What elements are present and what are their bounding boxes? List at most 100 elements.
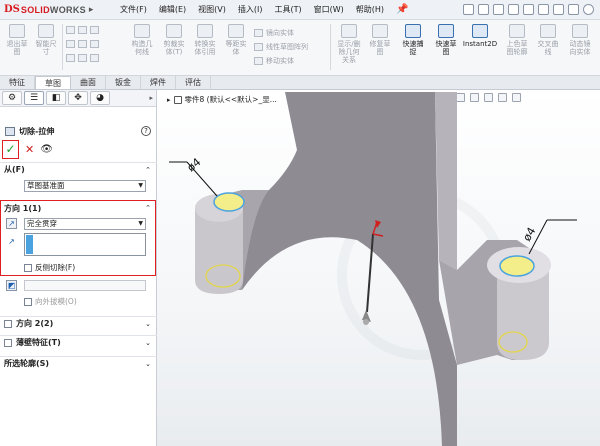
offset-icon [228,24,244,38]
menu-insert[interactable]: 插入(I) [232,4,269,15]
exit-sketch-icon [9,24,25,38]
print-icon[interactable] [508,4,519,15]
rapid-sketch-button[interactable]: 快速草 图 [432,24,460,56]
chevron-down-icon[interactable]: ⌄ [145,320,151,328]
dynamic-mirror-button[interactable]: 动态镜 向实体 [564,24,596,56]
direction2-section-header[interactable]: 方向 2(2) ⌄ [0,316,157,330]
right-hole-circle [499,255,535,277]
chevron-up-icon[interactable]: ⌃ [145,204,151,212]
thin-feature-header[interactable]: 薄壁特征(T) ⌄ [0,335,157,349]
detailed-preview-eye-icon[interactable]: 👁 [40,144,53,155]
instant2d-icon [472,24,488,38]
ok-button[interactable]: ✓ [2,140,19,159]
smart-dimension-icon [38,24,54,38]
undo-icon[interactable] [523,4,534,15]
checkbox-icon[interactable] [4,319,12,328]
new-icon[interactable] [463,4,474,15]
panel-tabs: ⚙ ☰ ◧ ✥ ◕ ▸ [0,90,156,107]
checkbox-icon [24,263,32,272]
help-icon[interactable]: ? [141,126,151,136]
selected-contours-header[interactable]: 所选轮廓(S) ⌄ [0,356,157,370]
draft-toggle-icon[interactable]: ◩ [6,280,17,291]
display-relations-button[interactable]: 显示/删 除几何 关系 [334,24,364,64]
menu-tools[interactable]: 工具(T) [268,4,307,15]
rebuild-icon[interactable] [553,4,564,15]
move-entities-button[interactable]: 移动实体 [254,56,294,66]
tab-evaluate[interactable]: 评估 [176,76,211,89]
menu-help[interactable]: 帮助(H) [350,4,390,15]
flip-side-to-cut-checkbox[interactable]: 反侧切除(F) [24,262,75,273]
tab-weldments[interactable]: 焊件 [141,76,176,89]
menu-bar: 文件(F) 编辑(E) 视图(V) 插入(I) 工具(T) 窗口(W) 帮助(H… [114,4,390,15]
open-icon[interactable] [478,4,489,15]
quick-access-toolbar [463,4,600,15]
tab-sheet-metal[interactable]: 钣金 [106,76,141,89]
left-diameter-dimension[interactable]: ø4 [185,156,204,175]
convert-entities-button[interactable]: 转换实 体引用 [190,24,220,56]
trim-entities-button[interactable]: 剪裁实 体(T) [160,24,188,56]
intersection-curve-button[interactable]: 交叉曲 线 [534,24,562,56]
chevron-down-icon[interactable]: ⌄ [145,339,151,347]
chevron-down-icon[interactable]: ⌄ [145,360,151,368]
direction-arrow-handle[interactable] [363,319,369,325]
model-right-wall [435,92,457,270]
pin-icon[interactable]: 📌 [396,4,408,15]
cut-extrude-icon [5,126,15,136]
instant2d-button[interactable]: Instant2D [462,24,498,48]
file-properties-icon[interactable] [568,4,579,15]
logo-wordmark: SOLIDWORKS [20,4,86,15]
direction1-section-header[interactable]: 方向 1(1) ⌃ [0,201,157,215]
offset-entities-button[interactable]: 等距实 体 [222,24,250,56]
draft-angle-field[interactable] [24,280,146,291]
panel-expand-icon[interactable]: ▸ [149,94,153,102]
menu-expand-icon[interactable]: ▸ [89,5,94,15]
mirror-entities-button[interactable]: 镜向实体 [254,28,294,38]
display-manager-tab-icon[interactable]: ◕ [90,91,110,105]
end-condition-select[interactable]: 完全贯穿 ▼ [24,218,146,230]
dynamic-mirror-icon [572,24,588,38]
linear-pattern-button[interactable]: 线性草图阵列 [254,42,308,52]
move-icon [254,57,263,65]
exit-sketch-button[interactable]: 退出草 图 [4,24,30,56]
feature-manager-tab-icon[interactable]: ⚙ [2,91,22,105]
from-select[interactable]: 草图基准面 ▼ [24,180,146,192]
dimxpert-tab-icon[interactable]: ✥ [68,91,88,105]
graphics-area[interactable]: ▸ 零件8 (默认<<默认>_显... ø4 ø4 [157,90,600,446]
quick-snaps-button[interactable]: 快速捕 捉 [398,24,428,56]
line-tools[interactable] [66,26,102,34]
tab-surfaces[interactable]: 曲面 [71,76,106,89]
direction-selection-box[interactable] [24,233,146,256]
menu-view[interactable]: 视图(V) [192,4,232,15]
configuration-manager-tab-icon[interactable]: ◧ [46,91,66,105]
shaded-sketch-button[interactable]: 上色草 图轮廓 [502,24,532,56]
from-section-header[interactable]: 从(F) ⌃ [0,162,157,176]
save-icon[interactable] [493,4,504,15]
selected-contours-section: 所选轮廓(S) ⌄ [0,356,157,370]
draft-outward-checkbox[interactable]: 向外拔模(O) [24,296,77,307]
trim-icon [166,24,182,38]
menu-window[interactable]: 窗口(W) [308,4,350,15]
options-gear-icon[interactable] [583,4,594,15]
rapid-sketch-icon [438,24,454,38]
property-manager-tab-icon[interactable]: ☰ [24,91,44,105]
shape-tools[interactable] [66,40,102,48]
construction-geometry-button[interactable]: 构造几 何线 [128,24,156,56]
cancel-button[interactable]: ✕ [25,143,34,156]
solidworks-logo[interactable]: DS SOLIDWORKS ▸ [0,4,100,15]
right-boss [497,270,549,360]
command-tabs: 特征 草图 曲面 钣金 焊件 评估 [0,76,600,90]
select-icon[interactable] [538,4,549,15]
tab-sketch[interactable]: 草图 [35,76,71,89]
reverse-direction-icon[interactable]: ↗ [6,218,17,229]
tab-features[interactable]: 特征 [0,76,35,89]
smart-dimension-button[interactable]: 智能尺 寸 [32,24,60,56]
curve-tools[interactable] [66,54,102,62]
repair-sketch-button[interactable]: 修复草 图 [366,24,394,56]
checkbox-icon[interactable] [4,338,12,347]
part-model[interactable]: ø4 ø4 [157,90,600,446]
command-manager: 退出草 图 智能尺 寸 构造几 何线 剪裁实 体(T) 转换实 体引用 等距实 … [0,20,600,76]
menu-edit[interactable]: 编辑(E) [153,4,192,15]
menu-file[interactable]: 文件(F) [114,4,153,15]
mirror-icon [254,29,263,37]
chevron-up-icon[interactable]: ⌃ [145,166,151,174]
